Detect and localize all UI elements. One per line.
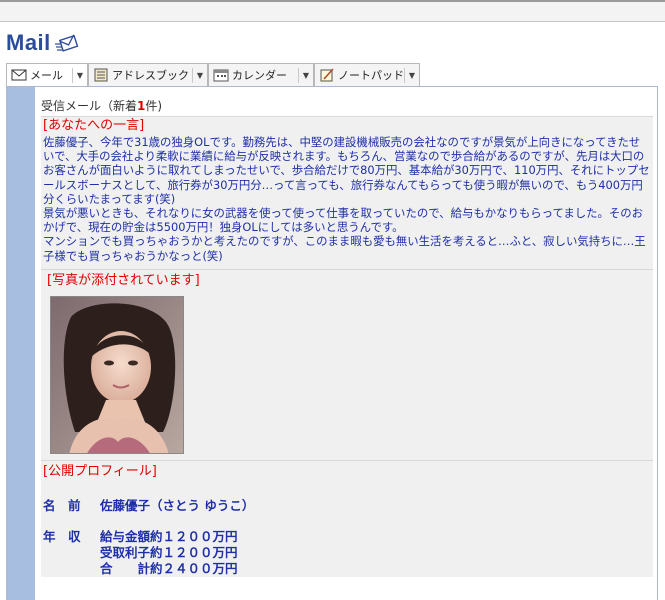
window-edge xyxy=(0,0,665,2)
tab-calendar[interactable]: カレンダー ▼ xyxy=(208,63,314,86)
tab-notepad-label: ノートパッド xyxy=(338,69,404,82)
envelope-icon xyxy=(54,34,79,52)
profile-section-title: [公開プロフィール] xyxy=(43,463,157,479)
profile-row-name: 名 前 佐藤優子（さとう ゆうこ） xyxy=(43,498,653,514)
chevron-down-icon[interactable]: ▼ xyxy=(303,71,309,80)
mail-icon xyxy=(11,69,27,81)
message-section-title: [あなたへの一言] xyxy=(43,118,145,133)
tab-mail-label: メール xyxy=(30,69,63,82)
profile-section: [公開プロフィール] 名 前 佐藤優子（さとう ゆうこ） 年 収 給与金額約１２… xyxy=(41,459,653,577)
message-paragraph: 佐藤優子、今年で31歳の独身OLです。勤務先は、中堅の建設機械販売の会社なのです… xyxy=(43,135,650,206)
photo-image xyxy=(51,296,183,453)
income-line: 給与金額約１２００万円 xyxy=(100,528,238,544)
window-top-bar xyxy=(0,0,665,22)
inbox-heading: 受信メール（新着1件) xyxy=(41,96,653,116)
tab-address-book[interactable]: アドレスブック ▼ xyxy=(88,63,208,86)
calendar-icon xyxy=(213,69,229,82)
profile-rows: 名 前 佐藤優子（さとう ゆうこ） 年 収 給与金額約１２００万円 受取利子約１… xyxy=(41,498,653,577)
tab-bar: メール ▼ アドレスブック ▼ カレンダー ▼ ノートパッド ▼ xyxy=(6,63,658,87)
profile-row-income: 年 収 給与金額約１２００万円 受取利子約１２００万円 合 計約２４００万円 xyxy=(43,529,653,577)
tab-mail[interactable]: メール ▼ xyxy=(6,63,88,86)
tab-calendar-label: カレンダー xyxy=(232,69,287,82)
message-panel: [あなたへの一言] 佐藤優子、今年で31歳の独身OLです。勤務先は、中堅の建設機… xyxy=(41,116,653,577)
chevron-down-icon[interactable]: ▼ xyxy=(197,71,203,80)
tab-divider xyxy=(192,68,193,83)
tab-address-book-label: アドレスブック xyxy=(112,69,189,82)
income-line: 合 計約２４００万円 xyxy=(100,560,238,576)
tab-divider xyxy=(404,68,405,83)
mail-frame: 受信メール（新着1件) [あなたへの一言] 佐藤優子、今年で31歳の独身OLです… xyxy=(6,87,658,600)
message-paragraph: 景気が悪いときも、それなりに女の武器を使って使って仕事を取っていたので、給与もか… xyxy=(43,206,644,235)
notepad-icon xyxy=(320,68,334,82)
message-paragraph: マンションでも買っちゃおうかと考えたのですが、このまま暇も愛も無い生活を考えると… xyxy=(43,234,646,263)
sidebar-strip xyxy=(7,87,35,600)
chevron-down-icon[interactable]: ▼ xyxy=(77,71,83,80)
chevron-down-icon[interactable]: ▼ xyxy=(409,71,415,80)
tab-divider xyxy=(298,68,299,83)
profile-income-values: 給与金額約１２００万円 受取利子約１２００万円 合 計約２４００万円 xyxy=(100,529,238,577)
mail-content: 受信メール（新着1件) [あなたへの一言] 佐藤優子、今年で31歳の独身OLです… xyxy=(41,96,653,577)
profile-name-value: 佐藤優子（さとう ゆうこ） xyxy=(100,497,255,513)
attached-photo[interactable] xyxy=(50,295,184,454)
tab-divider xyxy=(72,68,73,83)
brand: Mail xyxy=(6,30,81,56)
message-body: 佐藤優子、今年で31歳の独身OLです。勤務先は、中堅の建設機械販売の会社なのです… xyxy=(41,135,653,267)
inbox-heading-suffix: 件) xyxy=(145,99,163,113)
photo-section-title: [写真が添付されています] xyxy=(47,272,200,288)
app-title: Mail xyxy=(6,30,51,55)
inbox-heading-prefix: 受信メール（新着 xyxy=(41,99,138,113)
income-line: 受取利子約１２００万円 xyxy=(100,544,238,560)
photo-section: [写真が添付されています] xyxy=(41,268,653,460)
address-book-icon xyxy=(94,68,108,82)
profile-name-label: 名 前 xyxy=(43,497,81,513)
profile-income-label: 年 収 xyxy=(43,528,81,544)
tab-notepad[interactable]: ノートパッド ▼ xyxy=(314,63,420,86)
